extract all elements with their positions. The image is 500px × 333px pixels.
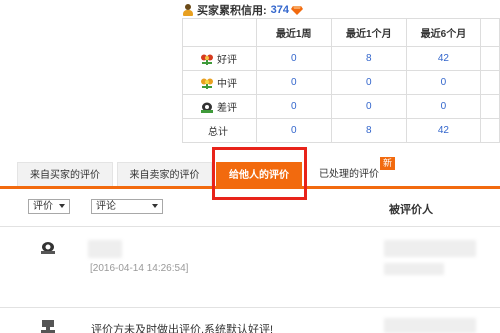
rating-summary-table: 最近1周 最近1个月 最近6个月 好评 0 8 42 中评 0 0 0 差评 0… xyxy=(182,18,500,143)
chevron-down-icon xyxy=(59,204,65,208)
rating-filter-value: 评价 xyxy=(33,201,53,212)
rating-value[interactable]: 8 xyxy=(330,118,407,143)
review-text: 评价方未及时做出评价,系统默认好评! xyxy=(91,324,274,333)
new-badge: 新 xyxy=(380,157,395,170)
tab-highlight-box xyxy=(212,147,307,200)
rating-value[interactable]: 0 xyxy=(255,46,332,71)
rating-value[interactable]: 0 xyxy=(330,70,407,95)
rating-value[interactable]: 42 xyxy=(405,46,482,71)
rating-header-row: 最近1周 最近1个月 最近6个月 xyxy=(182,18,500,47)
chevron-down-icon xyxy=(152,204,158,208)
rating-label-cell: 差评 xyxy=(182,94,257,119)
tab-processed[interactable]: 已处理的评价 xyxy=(310,162,388,187)
redacted-reviewee xyxy=(384,263,444,275)
rating-label-cell: 好评 xyxy=(182,46,257,71)
good-flower-icon xyxy=(41,320,55,333)
rating-value[interactable]: 0 xyxy=(405,70,482,95)
rating-row-neutral: 中评 0 0 0 xyxy=(182,70,500,95)
good-flower-icon xyxy=(201,54,213,65)
col-last-six-months: 最近6个月 xyxy=(405,18,482,47)
comment-filter-value: 评论 xyxy=(96,201,116,212)
col-last-month: 最近1个月 xyxy=(330,18,407,47)
buyer-person-icon xyxy=(182,4,193,16)
rating-value xyxy=(480,46,500,71)
rating-value[interactable]: 0 xyxy=(255,70,332,95)
rating-row-good: 好评 0 8 42 xyxy=(182,46,500,71)
rating-value[interactable]: 8 xyxy=(330,46,407,71)
rating-value[interactable]: 0 xyxy=(255,94,332,119)
list-divider xyxy=(0,226,500,227)
rating-label-cell: 中评 xyxy=(182,70,257,95)
rating-value[interactable]: 42 xyxy=(405,118,482,143)
rating-label-total: 总计 xyxy=(182,118,257,143)
filter-row: 评价 评论 被评价人 xyxy=(0,195,500,221)
rating-corner-cell xyxy=(182,18,257,47)
reviewee-column-header: 被评价人 xyxy=(389,204,433,216)
redacted-reviewee xyxy=(384,318,476,333)
bad-rating-icon xyxy=(201,102,213,113)
diamond-icon xyxy=(291,5,304,15)
rating-filter-select[interactable]: 评价 xyxy=(28,199,70,214)
rating-label-good: 好评 xyxy=(217,55,237,66)
rating-value xyxy=(480,118,500,143)
rating-value[interactable]: 0 xyxy=(405,94,482,119)
tab-from-sellers[interactable]: 来自卖家的评价 xyxy=(117,162,212,187)
rating-label-neutral: 中评 xyxy=(217,79,237,90)
rating-label-bad: 差评 xyxy=(217,103,237,114)
credit-label: 买家累积信用: xyxy=(197,5,267,17)
rating-row-total: 总计 0 8 42 xyxy=(182,118,500,143)
rating-value xyxy=(480,70,500,95)
tab-from-buyers[interactable]: 来自买家的评价 xyxy=(17,162,113,187)
rating-value xyxy=(480,94,500,119)
rating-value[interactable]: 0 xyxy=(255,118,332,143)
bad-rating-icon xyxy=(41,242,55,254)
review-date: [2016-04-14 14:26:54] xyxy=(90,263,189,274)
rating-value[interactable]: 0 xyxy=(330,94,407,119)
col-last-week: 最近1周 xyxy=(255,18,332,47)
neutral-flower-icon xyxy=(201,78,213,89)
buyer-credit-line: 买家累积信用: 374 xyxy=(182,3,304,17)
comment-filter-select[interactable]: 评论 xyxy=(91,199,163,214)
redacted-item xyxy=(88,240,122,258)
credit-score[interactable]: 374 xyxy=(271,4,289,16)
list-divider xyxy=(0,307,500,308)
rating-row-bad: 差评 0 0 0 xyxy=(182,94,500,119)
redacted-reviewee xyxy=(384,240,476,257)
col-overflow xyxy=(480,18,500,47)
